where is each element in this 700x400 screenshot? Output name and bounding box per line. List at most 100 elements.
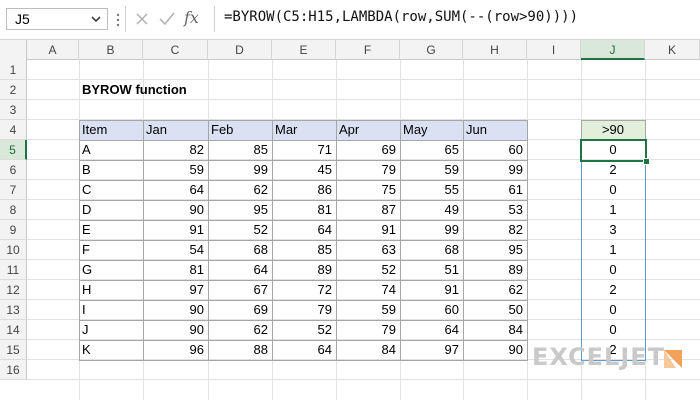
column-header-d[interactable]: D <box>208 40 272 60</box>
value-cell[interactable]: 55 <box>400 180 463 200</box>
row-header-11[interactable]: 11 <box>0 260 27 280</box>
row-header-13[interactable]: 13 <box>0 300 27 320</box>
value-cell[interactable]: 99 <box>400 220 463 240</box>
row-header-9[interactable]: 9 <box>0 220 27 240</box>
sheet-title[interactable]: BYROW function <box>79 80 379 100</box>
item-cell[interactable]: H <box>79 280 143 300</box>
value-cell[interactable]: 64 <box>143 180 208 200</box>
row-header-12[interactable]: 12 <box>0 280 27 300</box>
value-cell[interactable]: 59 <box>143 160 208 180</box>
value-cell[interactable]: 67 <box>208 280 272 300</box>
row-header-16[interactable]: 16 <box>0 360 27 380</box>
value-cell[interactable]: 63 <box>336 240 400 260</box>
value-cell[interactable]: 52 <box>336 260 400 280</box>
item-cell[interactable]: A <box>79 140 143 160</box>
column-header-e[interactable]: E <box>272 40 336 60</box>
value-cell[interactable]: 68 <box>400 240 463 260</box>
column-header-i[interactable]: I <box>527 40 581 60</box>
value-cell[interactable]: 54 <box>143 240 208 260</box>
value-cell[interactable]: 81 <box>143 260 208 280</box>
value-cell[interactable]: 60 <box>463 140 527 160</box>
value-cell[interactable]: 52 <box>208 220 272 240</box>
value-cell[interactable]: 89 <box>463 260 527 280</box>
value-cell[interactable]: 89 <box>272 260 336 280</box>
enter-check-icon[interactable] <box>158 11 176 27</box>
value-cell[interactable]: 69 <box>208 300 272 320</box>
row-header-1[interactable]: 1 <box>0 60 27 80</box>
row-header-6[interactable]: 6 <box>0 160 27 180</box>
row-header-15[interactable]: 15 <box>0 340 27 360</box>
value-cell[interactable]: 65 <box>400 140 463 160</box>
column-header-j[interactable]: J <box>581 40 645 60</box>
column-header-g[interactable]: G <box>400 40 463 60</box>
column-header-a[interactable]: A <box>27 40 79 60</box>
table-header-cell[interactable]: Jun <box>463 120 527 140</box>
value-cell[interactable]: 60 <box>400 300 463 320</box>
value-cell[interactable]: 51 <box>400 260 463 280</box>
item-cell[interactable]: D <box>79 200 143 220</box>
item-cell[interactable]: C <box>79 180 143 200</box>
value-cell[interactable]: 91 <box>336 220 400 240</box>
value-cell[interactable]: 79 <box>336 160 400 180</box>
fill-handle[interactable] <box>643 158 650 165</box>
cancel-x-icon[interactable] <box>134 11 150 27</box>
value-cell[interactable]: 97 <box>400 340 463 360</box>
chevron-down-icon[interactable] <box>89 11 103 27</box>
value-cell[interactable]: 91 <box>143 220 208 240</box>
value-cell[interactable]: 62 <box>463 280 527 300</box>
value-cell[interactable]: 64 <box>272 340 336 360</box>
value-cell[interactable]: 52 <box>272 320 336 340</box>
formula-input[interactable]: =BYROW(C5:H15,LAMBDA(row,SUM(--(row>90))… <box>224 9 578 25</box>
value-cell[interactable]: 61 <box>463 180 527 200</box>
value-cell[interactable]: 59 <box>336 300 400 320</box>
row-header-4[interactable]: 4 <box>0 120 27 140</box>
row-header-14[interactable]: 14 <box>0 320 27 340</box>
value-cell[interactable]: 75 <box>336 180 400 200</box>
item-cell[interactable]: J <box>79 320 143 340</box>
select-all-corner[interactable] <box>0 40 27 60</box>
value-cell[interactable]: 95 <box>208 200 272 220</box>
value-cell[interactable]: 96 <box>143 340 208 360</box>
value-cell[interactable]: 82 <box>143 140 208 160</box>
result-header-cell[interactable]: >90 <box>581 120 645 140</box>
column-header-h[interactable]: H <box>463 40 527 60</box>
value-cell[interactable]: 71 <box>272 140 336 160</box>
item-cell[interactable]: K <box>79 340 143 360</box>
value-cell[interactable]: 74 <box>336 280 400 300</box>
more-options-icon[interactable] <box>115 12 121 28</box>
insert-function-icon[interactable]: fx <box>184 8 199 27</box>
value-cell[interactable]: 64 <box>400 320 463 340</box>
value-cell[interactable]: 85 <box>272 240 336 260</box>
value-cell[interactable]: 90 <box>143 200 208 220</box>
value-cell[interactable]: 69 <box>336 140 400 160</box>
value-cell[interactable]: 87 <box>336 200 400 220</box>
row-header-10[interactable]: 10 <box>0 240 27 260</box>
value-cell[interactable]: 85 <box>208 140 272 160</box>
value-cell[interactable]: 90 <box>463 340 527 360</box>
value-cell[interactable]: 86 <box>272 180 336 200</box>
row-header-8[interactable]: 8 <box>0 200 27 220</box>
value-cell[interactable]: 99 <box>463 160 527 180</box>
table-header-cell[interactable]: Mar <box>272 120 336 140</box>
value-cell[interactable]: 49 <box>400 200 463 220</box>
item-cell[interactable]: I <box>79 300 143 320</box>
row-header-7[interactable]: 7 <box>0 180 27 200</box>
value-cell[interactable]: 90 <box>143 320 208 340</box>
item-cell[interactable]: E <box>79 220 143 240</box>
table-header-cell[interactable]: Jan <box>143 120 208 140</box>
table-header-cell[interactable]: Feb <box>208 120 272 140</box>
value-cell[interactable]: 82 <box>463 220 527 240</box>
table-header-cell[interactable]: Item <box>79 120 143 140</box>
value-cell[interactable]: 45 <box>272 160 336 180</box>
value-cell[interactable]: 90 <box>143 300 208 320</box>
value-cell[interactable]: 79 <box>272 300 336 320</box>
column-header-k[interactable]: K <box>645 40 700 60</box>
value-cell[interactable]: 88 <box>208 340 272 360</box>
value-cell[interactable]: 72 <box>272 280 336 300</box>
value-cell[interactable]: 62 <box>208 320 272 340</box>
column-header-f[interactable]: F <box>336 40 400 60</box>
value-cell[interactable]: 81 <box>272 200 336 220</box>
value-cell[interactable]: 99 <box>208 160 272 180</box>
name-box[interactable]: J5 <box>6 8 108 30</box>
column-header-c[interactable]: C <box>143 40 208 60</box>
